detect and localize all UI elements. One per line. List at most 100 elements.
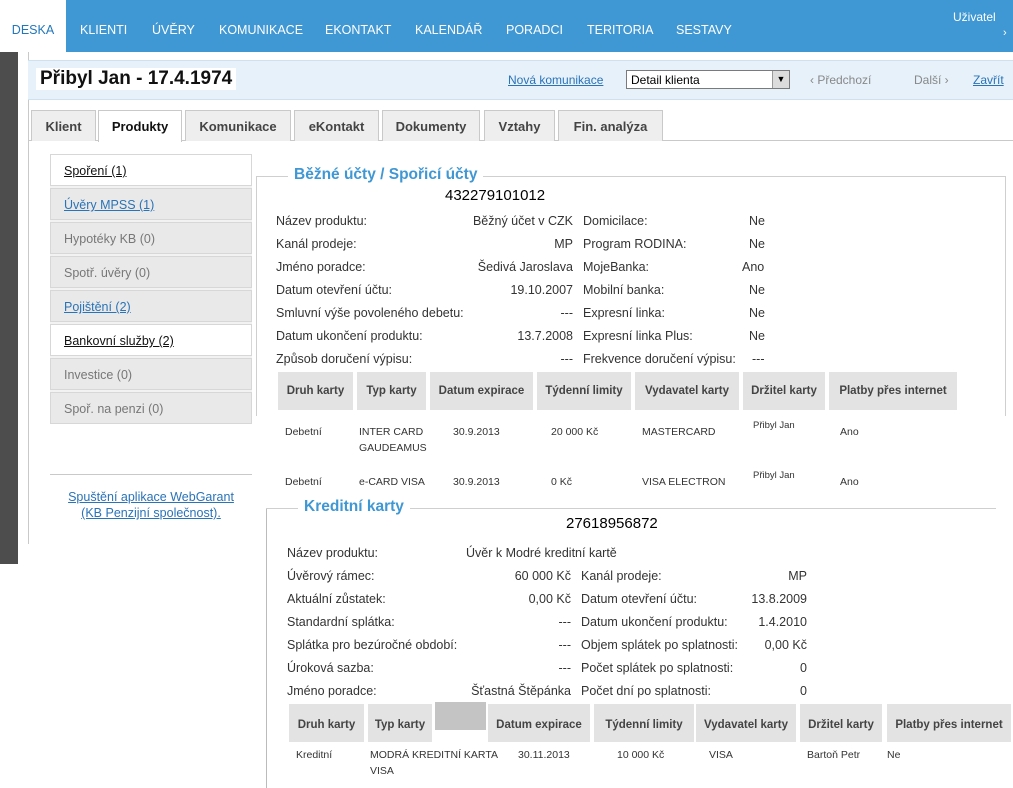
view-select-value: Detail klienta xyxy=(631,73,700,87)
chevron-right-icon[interactable]: › xyxy=(1003,27,1007,39)
field-label: Objem splátek po splatnosti: xyxy=(581,638,739,652)
tab-klient[interactable]: Klient xyxy=(31,110,96,141)
field-label: Expresní linka: xyxy=(583,306,665,320)
field-label: Kanál prodeje: xyxy=(581,569,662,583)
nav-uvery[interactable]: ÚVĚRY xyxy=(152,0,195,52)
new-communication-link[interactable]: Nová komunikace xyxy=(508,73,603,87)
tab-dokumenty[interactable]: Dokumenty xyxy=(382,110,480,141)
table-header: Týdenní limity xyxy=(594,704,696,742)
field-label: Datum otevření účtu: xyxy=(581,592,698,606)
field-value: Ne xyxy=(749,306,765,320)
credit-account-number: 27618956872 xyxy=(566,515,658,532)
field-value: --- xyxy=(560,306,574,320)
nav-kalendar[interactable]: KALENDÁŘ xyxy=(415,0,482,52)
field-value: Ne xyxy=(749,214,765,228)
field-value: 0 xyxy=(800,661,807,675)
nav-poradci[interactable]: PORADCI xyxy=(506,0,563,52)
side-item-spotr-uvery[interactable]: Spotř. úvěry (0) xyxy=(50,256,252,288)
table-cell: 0 Kč xyxy=(551,476,573,488)
side-item-sporeni[interactable]: Spoření (1) xyxy=(50,154,252,186)
table-cell: Ano xyxy=(840,476,859,488)
field-label: Aktuální zůstatek: xyxy=(287,592,386,606)
field-value: Běžný účet v CZK xyxy=(472,214,573,228)
field-label: Jméno poradce: xyxy=(287,684,377,698)
webgarant-link-sub[interactable]: (KB Penzijní společnost). xyxy=(50,505,252,521)
dropdown-arrow-icon[interactable]: ▼ xyxy=(772,71,789,88)
table-header: Typ karty xyxy=(368,704,434,742)
nav-komunikace[interactable]: KOMUNIKACE xyxy=(219,0,303,52)
webgarant-box: Spuštění aplikace WebGarant (KB Penzijní… xyxy=(50,474,252,544)
field-value: --- xyxy=(560,352,574,366)
field-value: --- xyxy=(558,638,572,652)
close-link[interactable]: Zavřít xyxy=(973,73,1004,87)
field-value: 1.4.2010 xyxy=(758,615,807,629)
field-label: Název produktu: xyxy=(276,214,368,228)
tab-komunikace[interactable]: Komunikace xyxy=(185,110,291,141)
nav-sestavy[interactable]: SESTAVY xyxy=(676,0,732,52)
side-item-bankovni-sluzby[interactable]: Bankovní služby (2) xyxy=(50,324,252,356)
side-item-pojisteni[interactable]: Pojištění (2) xyxy=(50,290,252,322)
field-value: --- xyxy=(752,352,765,366)
credit-product-label: Název produktu: xyxy=(287,546,379,560)
credit-legend: Kreditní karty xyxy=(298,498,410,516)
field-label: Kanál prodeje: xyxy=(276,237,357,251)
field-label: Splátka pro bezúročné období: xyxy=(287,638,458,652)
table-cell: MASTERCARD xyxy=(642,426,716,438)
tab-produkty[interactable]: Produkty xyxy=(98,110,182,142)
table-header: Vydavatel karty xyxy=(635,372,741,410)
table-header: Druh karty xyxy=(278,372,355,410)
nav-teritoria[interactable]: TERITORIA xyxy=(587,0,653,52)
nav-deska[interactable]: DESKA xyxy=(0,0,66,52)
table-header: Druh karty xyxy=(289,704,366,742)
next-link[interactable]: Další › xyxy=(914,73,949,87)
nav-klienti[interactable]: KLIENTI xyxy=(80,0,127,52)
side-item-hypoteky[interactable]: Hypotéky KB (0) xyxy=(50,222,252,254)
field-value: 13.8.2009 xyxy=(751,592,807,606)
table-cell: MODRÁ KREDITNÍ KARTA VISA xyxy=(370,749,498,777)
tab-ekontakt[interactable]: eKontakt xyxy=(294,110,379,141)
header-placeholder-block xyxy=(435,702,486,730)
field-label: Program RODINA: xyxy=(583,237,687,251)
side-item-uvery-mpss[interactable]: Úvěry MPSS (1) xyxy=(50,188,252,220)
table-cell: Ne xyxy=(887,749,901,761)
account-number: 432279101012 xyxy=(445,187,546,204)
page-title: Přibyl Jan - 17.4.1974 xyxy=(36,68,237,90)
field-label: MojeBanka: xyxy=(583,260,650,274)
field-value: 0 xyxy=(800,684,807,698)
user-menu[interactable]: Uživatel xyxy=(953,10,996,24)
side-item-spor-na-penzi[interactable]: Spoř. na penzi (0) xyxy=(50,392,252,424)
field-value: MP xyxy=(788,569,807,583)
tab-fin-analyza[interactable]: Fin. analýza xyxy=(558,110,663,141)
field-label: Smluvní výše povoleného debetu: xyxy=(276,306,464,320)
field-label: Expresní linka Plus: xyxy=(583,329,693,343)
field-value: 13.7.2008 xyxy=(517,329,573,343)
table-header: Datum expirace xyxy=(430,372,535,410)
webgarant-link[interactable]: Spuštění aplikace WebGarant xyxy=(50,489,252,505)
table-header: Držitel karty xyxy=(743,372,827,410)
table-cell: Bartoň Petr xyxy=(807,749,861,761)
view-select[interactable]: Detail klienta ▼ xyxy=(626,70,790,89)
table-cell: Debetní xyxy=(285,426,322,438)
table-header: Držitel karty xyxy=(800,704,884,742)
field-label: Způsob doručení výpisu: xyxy=(276,352,413,366)
field-label: Frekvence doručení výpisu: xyxy=(583,352,736,366)
field-value: Šťastná Štěpánka xyxy=(471,684,571,698)
field-label: Úroková sazba: xyxy=(287,661,374,675)
field-value: --- xyxy=(558,661,572,675)
field-value: 19.10.2007 xyxy=(510,283,573,297)
previous-link[interactable]: ‹ Předchozí xyxy=(810,73,871,87)
field-value: Ano xyxy=(742,260,765,274)
field-label: Datum ukončení produktu: xyxy=(276,329,423,343)
table-cell: VISA xyxy=(709,749,733,761)
field-value: Ne xyxy=(749,329,765,343)
table-header: Platby přes internet xyxy=(887,704,1013,742)
side-item-investice[interactable]: Investice (0) xyxy=(50,358,252,390)
field-label: Datum ukončení produktu: xyxy=(581,615,728,629)
table-header: Týdenní limity xyxy=(537,372,633,410)
nav-ekontakt[interactable]: EKONTAKT xyxy=(325,0,391,52)
table-cell: 30.11.2013 xyxy=(518,749,570,761)
tab-vztahy[interactable]: Vztahy xyxy=(484,110,555,141)
field-label: Úvěrový rámec: xyxy=(287,569,375,583)
credit-product-value: Úvěr k Modré kreditní kartě xyxy=(466,546,617,560)
table-cell: e-CARD VISA xyxy=(359,476,425,488)
